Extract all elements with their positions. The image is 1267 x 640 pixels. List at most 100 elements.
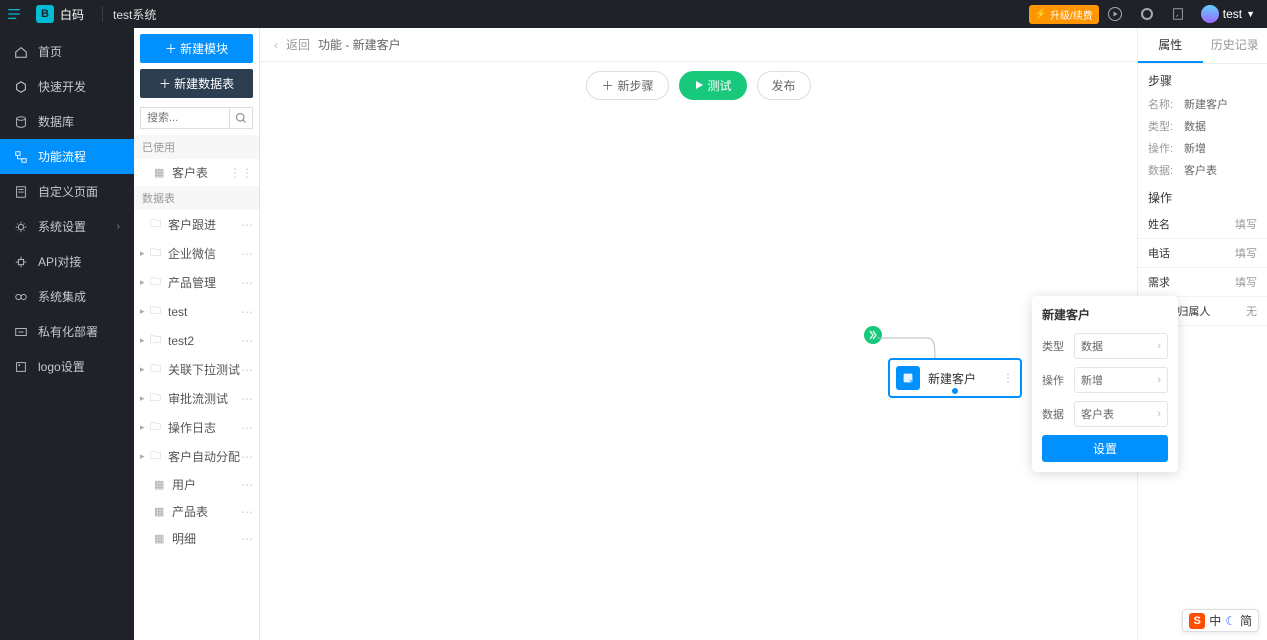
item-menu-icon[interactable]: ⋯ (241, 363, 253, 377)
caret-icon: ▸ (140, 422, 150, 433)
logo-icon: B (36, 5, 54, 23)
node-menu-icon[interactable]: ⋮ (1002, 371, 1014, 385)
new-module-button[interactable]: ＋ 新建模块 (140, 34, 253, 63)
tree-item[interactable]: 🗀客户跟进⋯ (134, 210, 259, 239)
nav-item-integ[interactable]: 系统集成 (0, 279, 134, 314)
publish-button[interactable]: 发布 (757, 71, 811, 100)
popover-label: 操作 (1042, 372, 1066, 388)
breadcrumb: ‹ 返回 功能 - 新建客户 (260, 28, 1137, 62)
folder-icon: 🗀 (150, 273, 164, 292)
item-menu-icon[interactable]: ⋯ (241, 450, 253, 464)
play-icon[interactable] (1107, 6, 1123, 22)
menu-toggle[interactable] (0, 0, 28, 28)
nav-item-page[interactable]: 自定义页面 (0, 174, 134, 209)
back-link[interactable]: 返回 (286, 36, 310, 53)
popover-select[interactable]: 新增› (1074, 367, 1168, 393)
op-row[interactable]: 姓名填写 (1138, 210, 1267, 239)
tree-item[interactable]: ▦用户⋯ (134, 471, 259, 498)
op-name: 电话 (1148, 245, 1170, 261)
tree-item-used[interactable]: ▦ 客户表 ⋮⋮ (134, 159, 259, 186)
tab-properties[interactable]: 属性 (1138, 28, 1203, 63)
folder-icon: 🗀 (150, 447, 164, 466)
caret-icon: ▸ (140, 335, 150, 346)
op-row[interactable]: 需求填写 (1138, 268, 1267, 297)
tree-item[interactable]: ▸🗀关联下拉测试⋯ (134, 355, 259, 384)
caret-icon: ▸ (140, 393, 150, 404)
prop-value: 新增 (1184, 140, 1206, 156)
caret-icon: ▸ (140, 277, 150, 288)
prop-key: 名称: (1148, 96, 1184, 112)
upgrade-button[interactable]: ⚡ 升级/续费 (1029, 5, 1099, 24)
item-menu-icon[interactable]: ⋯ (241, 478, 253, 492)
file-icon: ▦ (154, 166, 168, 179)
chevron-right-icon: › (1157, 374, 1161, 386)
item-menu-icon[interactable]: ⋯ (241, 247, 253, 261)
page-icon (14, 185, 28, 199)
popover-setting-button[interactable]: 设置 (1042, 435, 1168, 462)
crumb-path: 功能 - 新建客户 (318, 36, 401, 53)
db-icon (14, 115, 28, 129)
item-menu-icon[interactable]: ⋯ (241, 532, 253, 546)
item-menu-icon[interactable]: ⋯ (241, 334, 253, 348)
flow-icon (14, 150, 28, 164)
new-step-button[interactable]: ＋新步骤 (586, 71, 668, 100)
nav-item-cube[interactable]: 快速开发 (0, 69, 134, 104)
op-value: 无 (1246, 303, 1257, 319)
folder-icon: 🗀 (150, 215, 164, 234)
doc-icon[interactable] (1171, 7, 1185, 21)
caret-icon: ▸ (140, 248, 150, 259)
caret-icon: ▸ (140, 451, 150, 462)
flow-canvas[interactable]: 新建客户 ⋮ 新建客户 类型数据›操作新增›数据客户表› 设置 (260, 108, 1137, 640)
tree-item[interactable]: ▸🗀产品管理⋯ (134, 268, 259, 297)
tree-item[interactable]: ▦明细⋯ (134, 525, 259, 552)
nav-item-db[interactable]: 数据库 (0, 104, 134, 139)
search-input[interactable] (140, 107, 229, 129)
popover-select[interactable]: 数据› (1074, 333, 1168, 359)
folder-icon: 🗀 (150, 244, 164, 263)
tree-item[interactable]: ▸🗀客户自动分配⋯ (134, 442, 259, 471)
file-icon: ▦ (154, 532, 168, 545)
nav-item-deploy[interactable]: 私有化部署 (0, 314, 134, 349)
nav-item-gear[interactable]: 系统设置› (0, 209, 134, 244)
node-anchor[interactable] (952, 388, 958, 394)
tree-item[interactable]: ▦产品表⋯ (134, 498, 259, 525)
deploy-icon (14, 325, 28, 339)
folder-icon: 🗀 (150, 331, 164, 350)
tree-item[interactable]: ▸🗀操作日志⋯ (134, 413, 259, 442)
item-menu-icon[interactable]: ⋯ (241, 421, 253, 435)
group-used: 已使用 (134, 135, 259, 159)
tree-item[interactable]: ▸🗀test⋯ (134, 297, 259, 326)
item-menu-icon[interactable]: ⋯ (241, 505, 253, 519)
nav-item-home[interactable]: 首页 (0, 34, 134, 69)
back-chevron-icon[interactable]: ‹ (274, 38, 278, 52)
item-menu-icon[interactable]: ⋯ (241, 218, 253, 232)
user-menu[interactable]: test ▼ (1193, 5, 1255, 23)
prop-value: 新建客户 (1184, 96, 1228, 112)
tree-item[interactable]: ▸🗀审批流测试⋯ (134, 384, 259, 413)
folder-icon: 🗀 (150, 360, 164, 379)
nav-item-logo[interactable]: logo设置 (0, 349, 134, 384)
new-table-button[interactable]: ＋ 新建数据表 (140, 69, 253, 98)
op-value: 填写 (1235, 216, 1257, 232)
item-menu-icon[interactable]: ⋮⋮ (229, 166, 253, 180)
op-value: 填写 (1235, 245, 1257, 261)
tab-history[interactable]: 历史记录 (1203, 28, 1267, 63)
help-icon[interactable] (1139, 6, 1155, 22)
nav-item-api[interactable]: API对接 (0, 244, 134, 279)
search-button[interactable] (229, 107, 253, 129)
tree-item[interactable]: ▸🗀test2⋯ (134, 326, 259, 355)
tree-item[interactable]: ▸🗀企业微信⋯ (134, 239, 259, 268)
item-menu-icon[interactable]: ⋯ (241, 392, 253, 406)
test-button[interactable]: 测试 (679, 71, 747, 100)
popover-select[interactable]: 客户表› (1074, 401, 1168, 427)
brand-logo: B 白码 (28, 5, 92, 23)
ime-indicator[interactable]: S 中 ☾ 简 (1182, 609, 1259, 632)
op-row[interactable]: 电话 填写 (1138, 239, 1267, 268)
item-menu-icon[interactable]: ⋯ (241, 305, 253, 319)
nav-item-flow[interactable]: 功能流程 (0, 139, 134, 174)
caret-icon: ▸ (140, 364, 150, 375)
section-ops: 操作 (1138, 181, 1267, 210)
moon-icon: ☾ (1225, 614, 1236, 628)
cube-icon (14, 80, 28, 94)
item-menu-icon[interactable]: ⋯ (241, 276, 253, 290)
